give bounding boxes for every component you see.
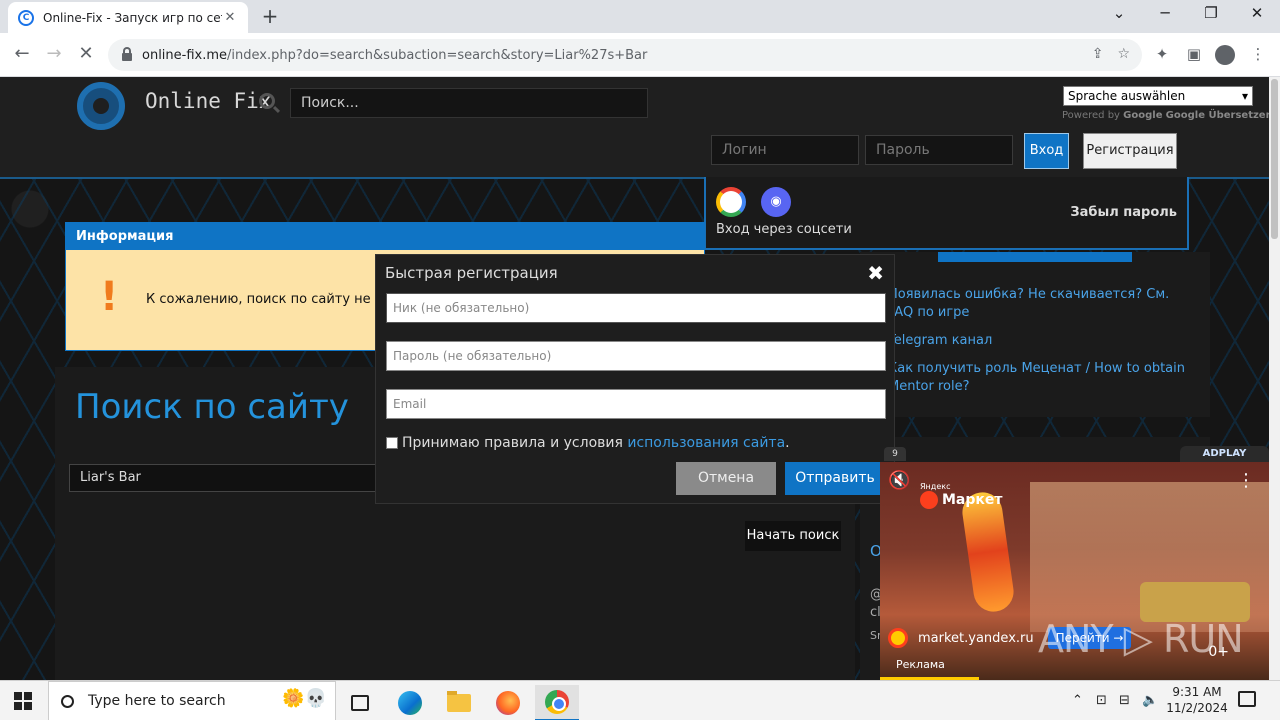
tray-device-icon[interactable]: ⊡ [1096,693,1107,708]
ad-domain: market.yandex.ru [918,630,1034,646]
share-icon[interactable]: ⇪ [1092,46,1104,62]
active-tab[interactable]: C Online-Fix - Запуск игр по сети ✕ [8,2,248,33]
modal-title: Быстрая регистрация [385,264,558,282]
login-button[interactable]: Вход [1024,133,1069,169]
windows-taskbar: Type here to search 🌼💀 ⌃ ⊡ ⊟ 🔈 9:31 AM 1… [0,680,1280,720]
extensions-icon[interactable]: ✦ [1151,45,1173,63]
terms-link[interactable]: использования сайта [627,435,785,451]
quick-registration-modal: Быстрая регистрация ✖ Ник (не обязательн… [375,254,895,504]
terms-checkbox[interactable] [386,437,398,449]
discord-icon[interactable]: ◉ [761,187,791,217]
terms-text: Принимаю правила и условия [402,435,623,451]
windows-start-icon[interactable] [14,692,32,710]
social-login-label: Вход через соцсети [716,222,852,237]
start-search-button[interactable]: Начать поиск [745,521,841,551]
edge-icon[interactable] [388,685,432,720]
network-icon[interactable]: ⊟ [1119,693,1130,708]
site-name[interactable]: Online Fix [145,89,271,113]
close-window-button[interactable]: ✕ [1242,4,1272,22]
info-message: К сожалению, поиск по сайту не дал [146,292,401,307]
firefox-icon[interactable] [486,685,530,720]
tab-title: Online-Fix - Запуск игр по сети [43,10,222,25]
social-login-panel: ◉ Вход через соцсети Забыл пароль [704,177,1189,250]
email-input[interactable]: Email [386,389,886,419]
taskbar-search-text: Type here to search [88,693,226,709]
sidebar-blue-button[interactable] [938,252,1132,262]
taskbar-search-box[interactable]: Type here to search 🌼💀 [48,681,336,720]
url-host: online-fix.me [142,47,228,63]
submit-button[interactable]: Отправить [785,462,885,495]
restore-button[interactable]: ❐ [1196,4,1226,22]
ad-brand: Яндекс Маркет [920,482,1003,509]
terms-dot: . [785,435,790,451]
sidebar-link-telegram[interactable]: Telegram канал [888,332,1198,350]
terms-checkbox-row: Принимаю правила и условия использования… [386,435,790,451]
tab-close-icon[interactable]: ✕ [222,10,238,25]
search-highlight-icon: 🌼💀 [282,688,327,709]
anyrun-watermark: ANY ▷ RUN [1038,617,1244,661]
bookmark-star-icon[interactable]: ☆ [1117,46,1130,62]
volume-icon[interactable]: 🔈 [1142,693,1158,708]
forgot-password-link[interactable]: Забыл пароль [1070,205,1177,220]
search-icon [61,694,74,708]
search-icon [259,93,275,109]
site-logo-icon[interactable] [77,82,125,130]
close-icon[interactable]: ✖ [867,261,884,285]
sidebar-link-faq[interactable]: Появилась ошибка? Не скачивается? См. FA… [888,286,1198,322]
ad-counter: 9 [884,447,906,461]
search-query-input[interactable]: Liar's Bar [69,464,389,492]
chrome-icon[interactable] [535,685,579,720]
new-tab-button[interactable]: + [258,5,282,29]
password-input[interactable]: Пароль [865,135,1013,165]
nick-input[interactable]: Ник (не обязательно) [386,293,886,323]
back-button[interactable]: ← [10,43,34,67]
modal-password-input[interactable]: Пароль (не обязательно) [386,341,886,371]
page-title: Поиск по сайту [75,387,349,427]
language-select[interactable]: Sprache auswählen [1063,86,1253,106]
cancel-button[interactable]: Отмена [676,462,776,495]
info-heading: Информация [66,223,704,250]
site-header: Online Fix Поиск... Sprache auswählen Po… [0,77,1269,177]
stop-loading-button[interactable]: ✕ [74,43,98,67]
file-explorer-icon[interactable] [437,685,481,720]
adplay-label: ADPLAY [1180,446,1269,462]
taskbar-clock[interactable]: 9:31 AM 11/2/2024 [1162,684,1232,716]
sidebar-links-panel: Появилась ошибка? Не скачивается? См. FA… [860,252,1210,417]
sidebar-link-mentor[interactable]: Как получить роль Меценат / How to obtai… [888,360,1198,396]
clock-date: 11/2/2024 [1166,701,1228,715]
tab-search-icon[interactable]: ⌄ [1104,4,1134,22]
register-button[interactable]: Регистрация [1083,133,1177,169]
profile-avatar[interactable] [1215,45,1237,65]
side-panel-icon[interactable]: ▣ [1183,45,1205,63]
market-logo-icon [888,628,908,648]
favicon-icon: C [18,9,34,26]
task-view-icon[interactable] [338,685,382,720]
mute-icon[interactable]: 🔇 [888,470,910,491]
site-search-input[interactable]: Поиск... [290,88,648,118]
page-scrollbar[interactable] [1269,77,1280,680]
menu-kebab-icon[interactable]: ⋮ [1247,45,1269,63]
browser-toolbar: ← → ✕ online-fix.me/index.php?do=search&… [0,33,1280,77]
ad-label: Реклама [896,658,945,671]
login-input[interactable]: Логин [711,135,859,165]
ad-more-icon[interactable]: ⋮ [1237,470,1255,491]
warning-icon: ! [100,274,119,320]
forward-button[interactable]: → [42,43,66,67]
tab-strip: C Online-Fix - Запуск игр по сети ✕ + ⌄ … [0,0,1280,33]
url-path: /index.php?do=search&subaction=search&st… [227,47,648,63]
clock-time: 9:31 AM [1172,685,1222,699]
address-bar[interactable]: online-fix.me/index.php?do=search&subact… [108,39,1142,71]
google-icon[interactable] [716,187,746,217]
google-translate-credit: Powered by Google Google Übersetzer [1062,110,1269,121]
tray-chevron-icon[interactable]: ⌃ [1072,693,1083,708]
minimize-button[interactable]: ─ [1150,4,1180,22]
lock-icon[interactable] [122,47,132,61]
notification-icon[interactable] [1238,691,1256,707]
